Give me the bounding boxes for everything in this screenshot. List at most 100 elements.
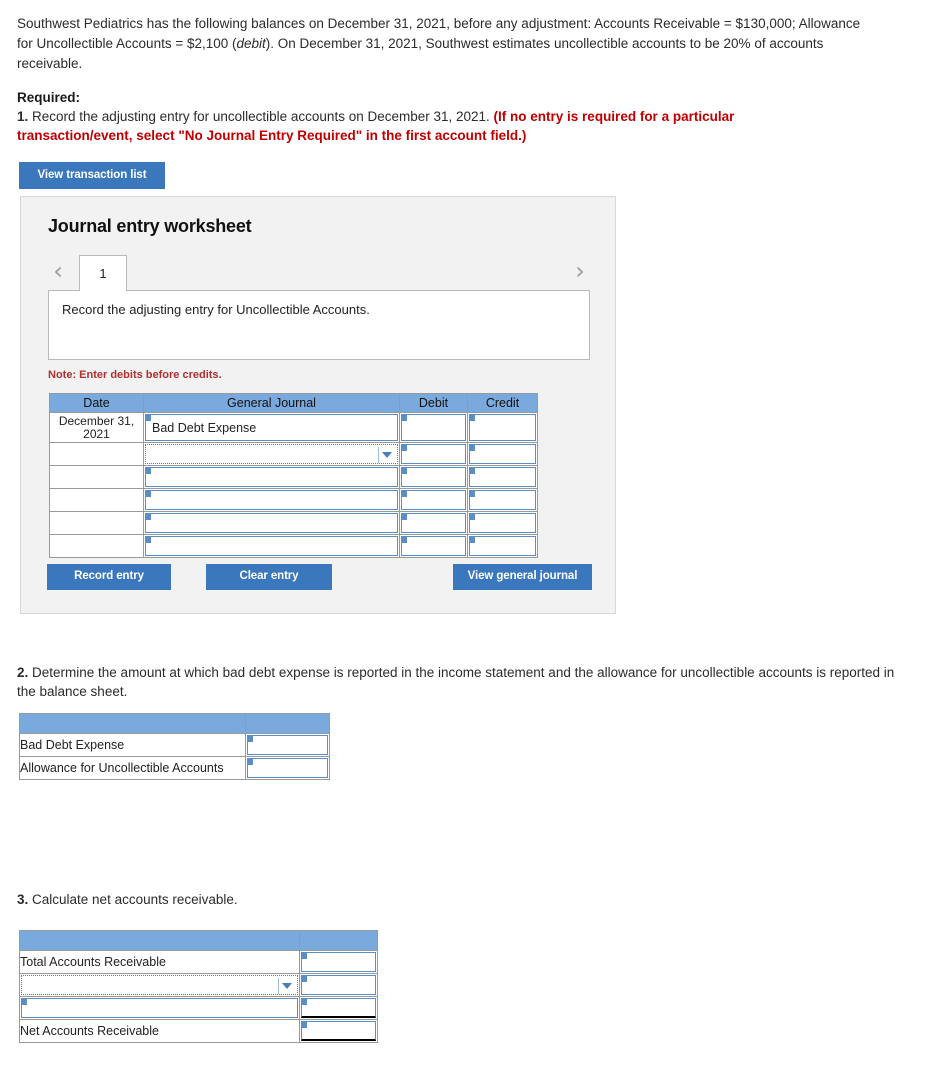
record-entry-button[interactable]: Record entry — [47, 564, 171, 590]
chevron-left-icon[interactable]: ‹ — [48, 256, 68, 286]
journal-account-cell-6[interactable] — [143, 534, 400, 558]
journal-account-input-6[interactable] — [145, 536, 398, 556]
worksheet-title: Journal entry worksheet — [48, 216, 252, 236]
journal-debit-input-6[interactable] — [401, 536, 466, 556]
journal-debit-cell-5[interactable] — [399, 511, 468, 535]
q3-value-input-2[interactable] — [301, 975, 376, 995]
q3-row-value-cell-4[interactable] — [299, 1019, 378, 1043]
cell-marker-icon — [470, 415, 475, 421]
journal-credit-input-2[interactable] — [469, 444, 536, 464]
q2-row-label-2: Allowance for Uncollectible Accounts — [19, 756, 246, 780]
journal-date-text-4 — [50, 499, 143, 501]
cell-marker-icon — [248, 736, 253, 742]
worksheet-instruction-text: Record the adjusting entry for Uncollect… — [62, 302, 370, 317]
q3-value-input-1[interactable] — [301, 952, 376, 972]
worksheet-instruction-box: Record the adjusting entry for Uncollect… — [48, 290, 590, 360]
cell-marker-icon — [402, 491, 407, 497]
q2-row-value-cell-2[interactable] — [245, 756, 330, 780]
journal-credit-input-1[interactable] — [469, 414, 536, 441]
q3-value-input-4[interactable] — [301, 1021, 376, 1041]
table-row — [49, 488, 538, 512]
q2-row-value-cell-1[interactable] — [245, 733, 330, 757]
journal-account-cell-4[interactable] — [143, 488, 400, 512]
cell-marker-icon — [470, 445, 475, 451]
journal-account-input-5[interactable] — [145, 513, 398, 533]
journal-credit-cell-5[interactable] — [467, 511, 538, 535]
cell-marker-icon — [146, 415, 151, 421]
q3-label-input-3[interactable] — [21, 998, 298, 1018]
journal-credit-cell-1[interactable] — [467, 412, 538, 443]
cell-marker-icon — [302, 999, 307, 1005]
cell-marker-icon — [402, 445, 407, 451]
worksheet-tabstrip: ‹ 1 › — [48, 255, 590, 291]
table-row — [19, 996, 378, 1020]
cell-marker-icon — [402, 415, 407, 421]
journal-debit-input-1[interactable] — [401, 414, 466, 441]
journal-credit-input-6[interactable] — [469, 536, 536, 556]
journal-credit-cell-4[interactable] — [467, 488, 538, 512]
journal-debit-input-5[interactable] — [401, 513, 466, 533]
journal-credit-input-5[interactable] — [469, 513, 536, 533]
view-transaction-list-button[interactable]: View transaction list — [19, 162, 165, 189]
question-3-number: 3. — [17, 892, 29, 907]
journal-account-input-4[interactable] — [145, 490, 398, 510]
journal-credit-cell-6[interactable] — [467, 534, 538, 558]
worksheet-note: Note: Enter debits before credits. — [48, 369, 222, 381]
journal-debit-cell-1[interactable] — [399, 412, 468, 443]
cell-marker-icon — [402, 468, 407, 474]
table-header-row — [19, 713, 330, 734]
table-row: Bad Debt Expense — [19, 733, 330, 757]
journal-debit-cell-3[interactable] — [399, 465, 468, 489]
worksheet-tab-1[interactable]: 1 — [79, 255, 127, 291]
question-2-number: 2. — [17, 665, 29, 680]
journal-debit-cell-6[interactable] — [399, 534, 468, 558]
required-item-text: Record the adjusting entry for uncollect… — [28, 109, 494, 124]
journal-account-input-2[interactable] — [145, 444, 398, 464]
q2-value-input-1[interactable] — [247, 735, 328, 755]
table-row — [49, 465, 538, 489]
question-2-table: Bad Debt Expense Allowance for Uncollect… — [19, 713, 330, 780]
column-header-credit: Credit — [467, 393, 538, 413]
q2-header-label — [19, 713, 246, 734]
journal-credit-cell-2[interactable] — [467, 442, 538, 466]
table-row — [19, 973, 378, 997]
q3-row-value-cell-2[interactable] — [299, 973, 378, 997]
q3-row-value-cell-3[interactable] — [299, 996, 378, 1020]
q3-row-value-cell-1[interactable] — [299, 950, 378, 974]
cell-marker-icon — [402, 514, 407, 520]
column-header-general-journal: General Journal — [143, 393, 400, 413]
journal-account-input-1[interactable]: Bad Debt Expense — [145, 414, 398, 441]
journal-debit-input-2[interactable] — [401, 444, 466, 464]
journal-account-cell-2[interactable] — [143, 442, 400, 466]
q3-row-label-cell-2[interactable] — [19, 973, 300, 997]
journal-debit-input-4[interactable] — [401, 490, 466, 510]
journal-credit-input-4[interactable] — [469, 490, 536, 510]
cell-marker-icon — [248, 759, 253, 765]
q3-label-select-2[interactable] — [21, 975, 298, 995]
cell-marker-icon — [470, 468, 475, 474]
journal-credit-cell-3[interactable] — [467, 465, 538, 489]
q3-row-label-cell-3[interactable] — [19, 996, 300, 1020]
journal-credit-input-3[interactable] — [469, 467, 536, 487]
clear-entry-button[interactable]: Clear entry — [206, 564, 332, 590]
journal-account-cell-1[interactable]: Bad Debt Expense — [143, 412, 400, 443]
cell-marker-icon — [146, 537, 151, 543]
chevron-down-icon[interactable] — [278, 978, 295, 994]
journal-account-cell-3[interactable] — [143, 465, 400, 489]
view-general-journal-button[interactable]: View general journal — [453, 564, 592, 590]
journal-debit-cell-2[interactable] — [399, 442, 468, 466]
q3-value-input-3[interactable] — [301, 998, 376, 1018]
cell-marker-icon — [470, 537, 475, 543]
journal-account-value-1: Bad Debt Expense — [152, 420, 257, 435]
journal-debit-input-3[interactable] — [401, 467, 466, 487]
journal-date-text-6 — [50, 545, 143, 547]
journal-account-cell-5[interactable] — [143, 511, 400, 535]
chevron-down-icon[interactable] — [378, 447, 395, 463]
journal-debit-cell-4[interactable] — [399, 488, 468, 512]
journal-account-input-3[interactable] — [145, 467, 398, 487]
q3-header-value — [299, 930, 378, 951]
chevron-right-icon[interactable]: › — [570, 256, 590, 286]
cell-marker-icon — [470, 514, 475, 520]
cell-marker-icon — [302, 953, 307, 959]
q2-value-input-2[interactable] — [247, 758, 328, 778]
